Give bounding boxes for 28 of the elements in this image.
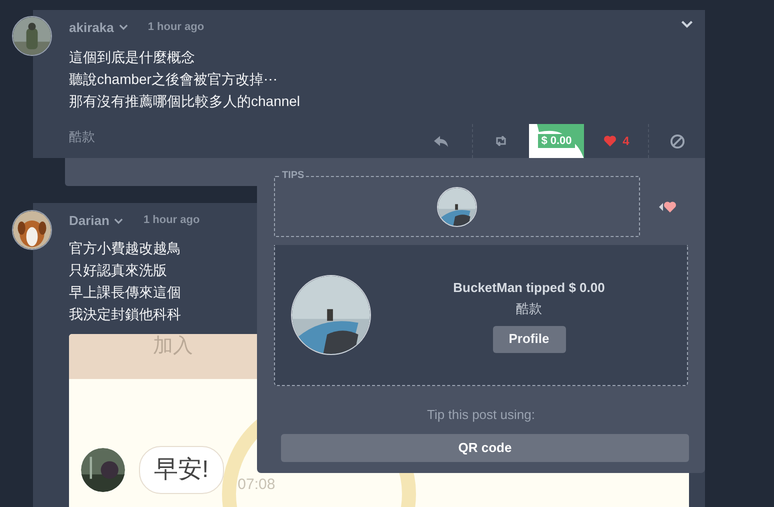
post-text-line: 這個到底是什麼概念	[69, 48, 195, 67]
like-button[interactable]: 4	[584, 124, 648, 158]
heart-icon	[602, 135, 617, 147]
chat-bubble: 早安!	[139, 446, 224, 494]
qr-code-button[interactable]: QR code	[281, 434, 689, 462]
chevron-down-icon	[114, 218, 124, 224]
repost-icon	[495, 136, 507, 146]
reply-icon	[434, 136, 448, 146]
post-text-line: 早上課長傳來這個	[69, 283, 181, 302]
chat-time: 07:08	[238, 475, 276, 496]
tip-prompt: Tip this post using:	[427, 406, 535, 424]
profile-button[interactable]: Profile	[492, 326, 566, 352]
post-time[interactable]: 1 hour ago	[143, 215, 200, 226]
post-text-line: 官方小費越改越鳥	[69, 239, 181, 258]
tipper-text: BucketMan tipped $ 0.00	[453, 278, 605, 297]
chevron-down-icon	[681, 20, 693, 28]
post-text-line: 那有沒有推薦哪個比較多人的channel	[69, 92, 300, 111]
post-text-line: 聽說chamber之後會被官方改掉⋯	[69, 70, 278, 89]
author-name[interactable]: akiraka	[69, 20, 114, 34]
post-time[interactable]: 1 hour ago	[148, 22, 204, 32]
heart-icon	[663, 200, 677, 212]
author-name[interactable]: Darian	[69, 214, 110, 228]
block-icon	[670, 134, 684, 148]
post-text-line: 只好認真來洗版	[69, 261, 167, 280]
tip-note: 酷款	[69, 128, 95, 146]
tip-note: 酷款	[516, 300, 542, 318]
post-text-line: 我決定封鎖他科科	[69, 305, 181, 324]
chevron-down-icon	[118, 24, 128, 30]
